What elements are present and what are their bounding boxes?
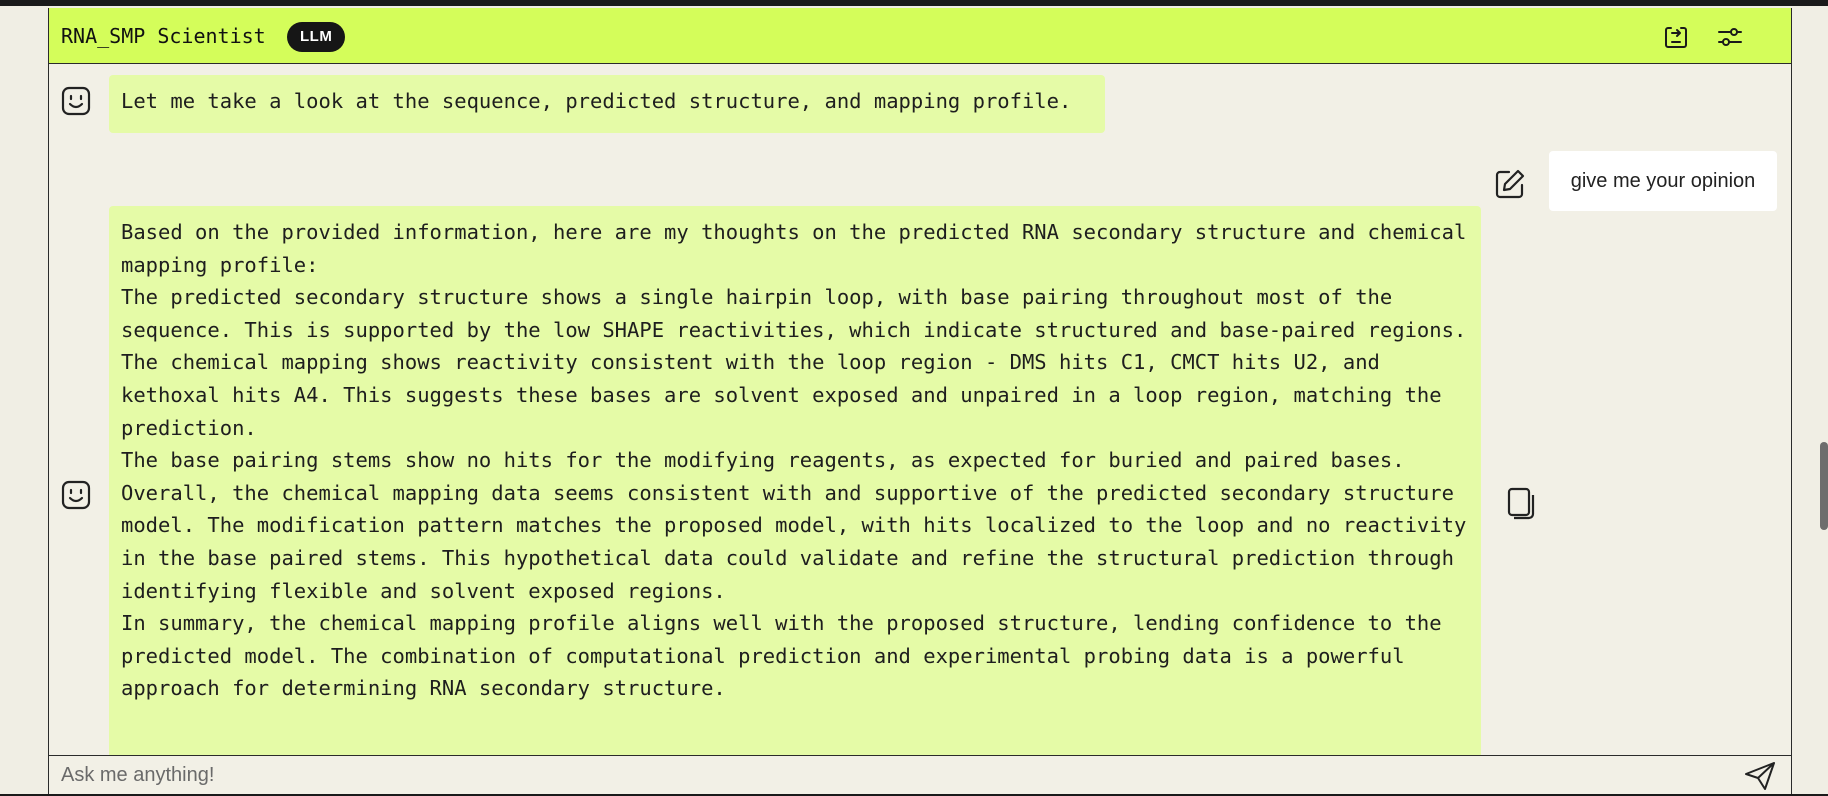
settings-sliders-icon (1718, 28, 1742, 46)
edit-pencil-icon[interactable] (1493, 167, 1527, 201)
assistant-message: Based on the provided information, here … (109, 206, 1481, 755)
message-paragraph: Based on the provided information, here … (121, 220, 1467, 277)
copy-icon[interactable] (1505, 485, 1537, 521)
model-badge: LLM (287, 22, 346, 52)
message-paragraph: The base pairing stems show no hits for … (121, 448, 1405, 473)
smiley-bot-icon (61, 480, 91, 510)
message-paragraph: Overall, the chemical mapping data seems… (121, 480, 1467, 603)
message-list[interactable]: Let me take a look at the sequence, pred… (49, 65, 1791, 755)
chat-input-bar (49, 755, 1791, 794)
user-message: give me your opinion (1549, 151, 1777, 211)
settings-button[interactable] (1715, 22, 1745, 52)
export-chat-icon (1665, 27, 1687, 48)
page-scrollbar[interactable] (1820, 442, 1828, 530)
chat-header: RNA_SMP Scientist LLM (49, 8, 1791, 64)
smiley-bot-icon (61, 86, 91, 116)
message-paragraph: The predicted secondary structure shows … (121, 285, 1467, 342)
chat-panel: RNA_SMP Scientist LLM Let me take a look… (48, 8, 1792, 794)
export-chat-button[interactable] (1661, 22, 1691, 52)
message-paragraph: In summary, the chemical mapping profile… (121, 611, 1442, 701)
app-title: RNA_SMP Scientist (61, 24, 266, 48)
send-paper-plane-icon[interactable] (1743, 760, 1777, 792)
assistant-message: Let me take a look at the sequence, pred… (109, 75, 1105, 133)
window-top-border (0, 0, 1828, 6)
message-paragraph: The chemical mapping shows reactivity co… (121, 350, 1442, 440)
chat-input[interactable] (59, 760, 1703, 790)
